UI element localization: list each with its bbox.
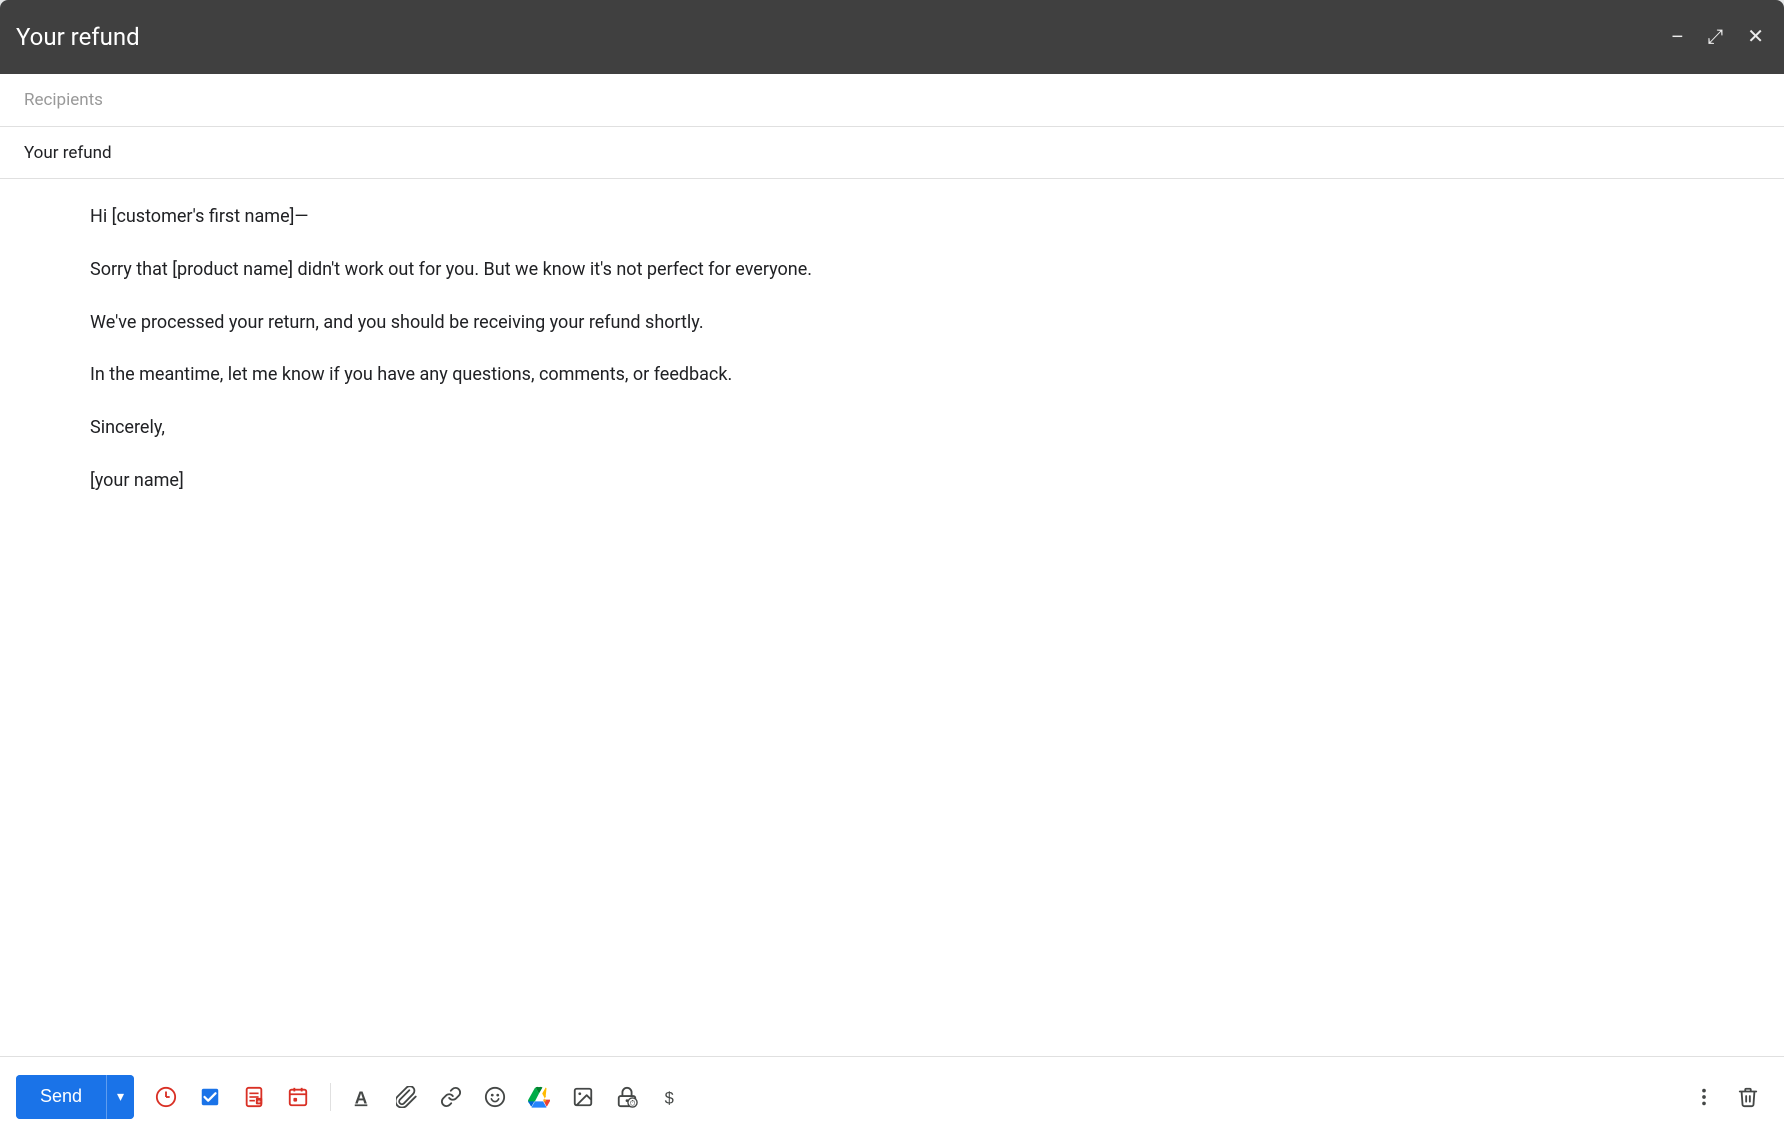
minimize-button[interactable]: − (1668, 23, 1688, 51)
header-controls: − ⤢ ✕ (1668, 23, 1768, 51)
emoji-button[interactable] (475, 1077, 515, 1117)
email-closing: Sincerely, (90, 414, 1694, 443)
calendar-button[interactable] (278, 1077, 318, 1117)
email-line2: We've processed your return, and you sho… (90, 309, 1694, 338)
signature-button[interactable]: $ (651, 1077, 691, 1117)
email-signature: [your name] (90, 467, 1694, 496)
subject-row[interactable]: Your refund (0, 127, 1784, 179)
task-button[interactable] (190, 1077, 230, 1117)
popout-button[interactable]: ⤢ (1703, 23, 1727, 51)
format-text-icon: A (352, 1086, 374, 1108)
insert-link-button[interactable] (431, 1077, 471, 1117)
subject-text: Your refund (24, 143, 112, 163)
confidential-button[interactable]: ⏱ (607, 1077, 647, 1117)
svg-text:A: A (355, 1087, 368, 1107)
send-button-group: Send ▾ (16, 1075, 134, 1119)
toolbar: Send ▾ (0, 1056, 1784, 1136)
send-dropdown-button[interactable]: ▾ (106, 1075, 134, 1119)
schedule-send-icon (155, 1086, 177, 1108)
signature-icon: $ (660, 1086, 682, 1108)
calendar-icon (287, 1086, 309, 1108)
send-button[interactable]: Send (16, 1075, 106, 1119)
email-greeting: Hi [customer's first name]— (90, 203, 1694, 232)
more-options-button[interactable] (1684, 1077, 1724, 1117)
emoji-icon (484, 1086, 506, 1108)
attach-file-button[interactable] (387, 1077, 427, 1117)
recipients-row[interactable]: Recipients (0, 74, 1784, 127)
svg-text:+: + (258, 1099, 261, 1105)
drive-icon (528, 1086, 550, 1108)
email-line3: In the meantime, let me know if you have… (90, 361, 1694, 390)
compose-window: Your refund − ⤢ ✕ Recipients Your refund… (0, 0, 1784, 1136)
schedule-send-button[interactable] (146, 1077, 186, 1117)
delete-icon (1737, 1086, 1759, 1108)
email-content-area[interactable]: Hi [customer's first name]— Sorry that [… (0, 179, 1784, 1056)
format-text-button[interactable]: A (343, 1077, 383, 1117)
link-icon (440, 1086, 462, 1108)
svg-text:⏱: ⏱ (630, 1098, 636, 1107)
insert-image-button[interactable] (563, 1077, 603, 1117)
chevron-down-icon: ▾ (117, 1088, 124, 1105)
compose-body: Recipients Your refund Hi [customer's fi… (0, 74, 1784, 1056)
close-button[interactable]: ✕ (1743, 23, 1768, 51)
notes-icon: + (243, 1086, 265, 1108)
notes-button[interactable]: + (234, 1077, 274, 1117)
window-title: Your refund (16, 23, 140, 51)
image-icon (572, 1086, 594, 1108)
compose-header: Your refund − ⤢ ✕ (0, 0, 1784, 74)
email-line1: Sorry that [product name] didn't work ou… (90, 256, 1694, 285)
toolbar-divider-1 (330, 1083, 331, 1111)
more-options-icon (1693, 1086, 1715, 1108)
recipients-placeholder: Recipients (24, 90, 103, 110)
drive-button[interactable] (519, 1077, 559, 1117)
svg-text:$: $ (665, 1089, 674, 1107)
task-icon (199, 1086, 221, 1108)
confidential-icon: ⏱ (616, 1086, 638, 1108)
attach-icon (396, 1086, 418, 1108)
delete-button[interactable] (1728, 1077, 1768, 1117)
